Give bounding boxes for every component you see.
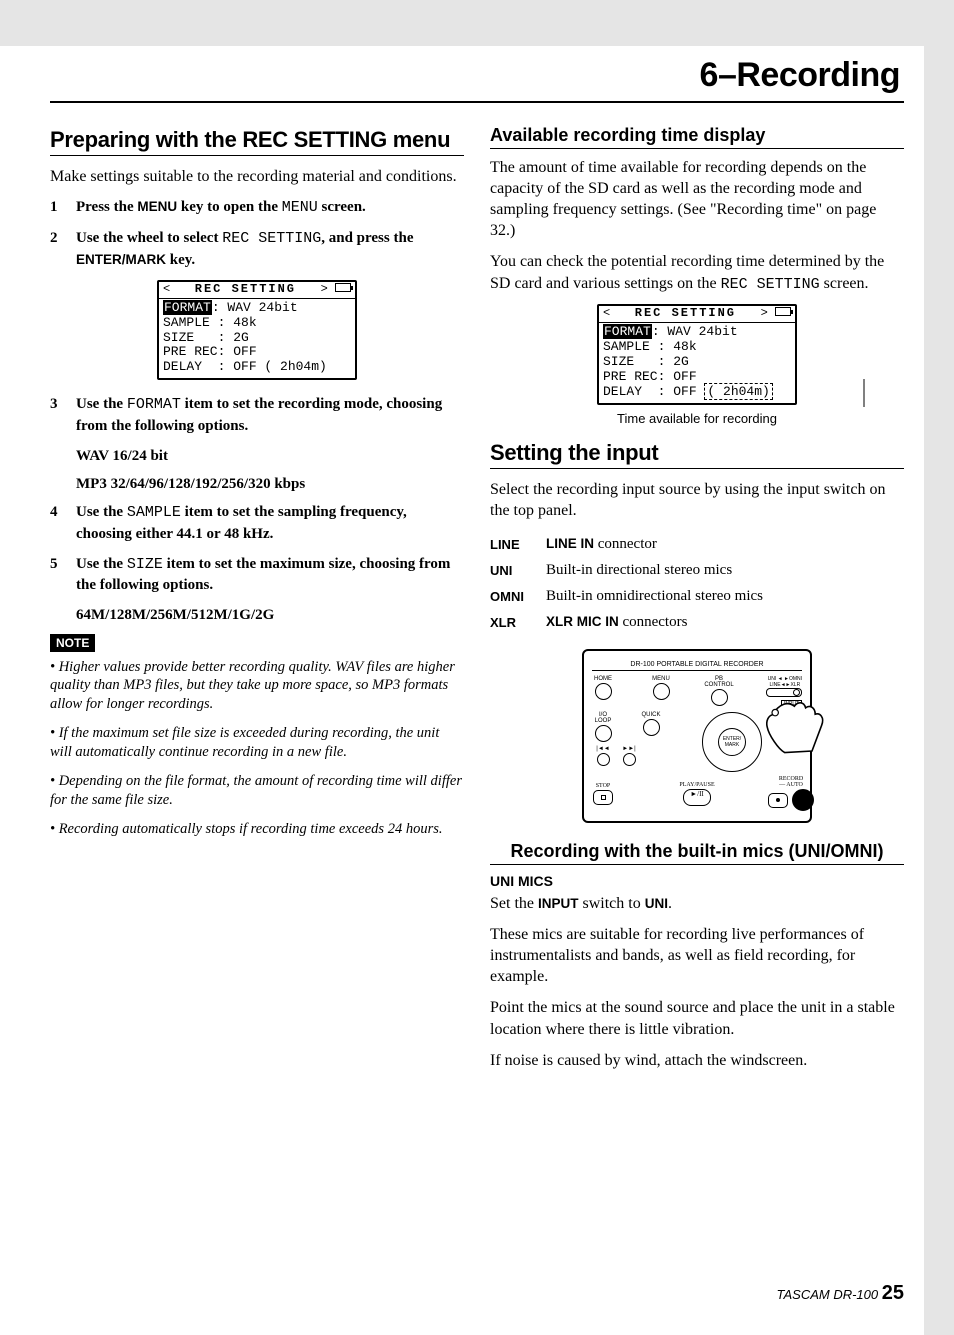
steps-list: Press the MENU key to open the MENU scre… bbox=[50, 197, 464, 270]
page-footer: TASCAM DR-100 25 bbox=[777, 1282, 905, 1305]
section-rule-2 bbox=[490, 468, 904, 469]
note-4: • Recording automatically stops if recor… bbox=[50, 820, 464, 839]
section-rule bbox=[50, 155, 464, 156]
note-tag: NOTE bbox=[50, 634, 95, 652]
screen-caption: Time available for recording bbox=[490, 411, 904, 426]
chapter-title: 6–Recording bbox=[50, 56, 904, 95]
device-illustration: DR-100 PORTABLE DIGITAL RECORDER HOME ME… bbox=[582, 649, 812, 823]
subsection-available: Available recording time display bbox=[490, 125, 904, 146]
lcd-screen-1: <REC SETTING> FORMAT: WAV 24bit SAMPLE :… bbox=[157, 280, 357, 380]
option-wav: WAV 16/24 bit bbox=[76, 446, 464, 466]
option-mp3: MP3 32/64/96/128/192/256/320 kbps bbox=[76, 474, 464, 494]
uni-p4: If noise is caused by wind, attach the w… bbox=[490, 1050, 904, 1071]
note-2: • If the maximum set file size is exceed… bbox=[50, 724, 464, 762]
lcd-screen-2: <REC SETTING> FORMAT: WAV 24bit SAMPLE :… bbox=[597, 304, 797, 404]
step-3: Use the FORMAT item to set the recording… bbox=[50, 394, 464, 436]
section-setting-input: Setting the input bbox=[490, 440, 904, 466]
step-4: Use the SAMPLE item to set the sampling … bbox=[50, 502, 464, 544]
sub-rule bbox=[490, 148, 904, 149]
uni-p2: These mics are suitable for recording li… bbox=[490, 924, 904, 987]
step-5: Use the SIZE item to set the maximum siz… bbox=[50, 554, 464, 596]
step-1: Press the MENU key to open the MENU scre… bbox=[50, 197, 464, 218]
note-3: • Depending on the file format, the amou… bbox=[50, 772, 464, 810]
input-p: Select the recording input source by usi… bbox=[490, 479, 904, 521]
avail-p2: You can check the potential recording ti… bbox=[490, 251, 904, 294]
avail-p1: The amount of time available for recordi… bbox=[490, 157, 904, 241]
step-2: Use the wheel to select REC SETTING, and… bbox=[50, 228, 464, 270]
uni-p3: Point the mics at the sound source and p… bbox=[490, 997, 904, 1039]
note-1: • Higher values provide better recording… bbox=[50, 658, 464, 715]
left-column: Preparing with the REC SETTING menu Make… bbox=[50, 115, 464, 1081]
input-table: LINELINE IN connector UNIBuilt-in direct… bbox=[490, 531, 773, 635]
section-preparing: Preparing with the REC SETTING menu bbox=[50, 127, 464, 153]
intro-text: Make settings suitable to the recording … bbox=[50, 166, 464, 187]
subsection-recording-mics: Recording with the built-in mics (UNI/OM… bbox=[490, 841, 904, 862]
option-sizes: 64M/128M/256M/512M/1G/2G bbox=[76, 605, 464, 625]
uni-mics-heading: UNI MICS bbox=[490, 873, 904, 889]
hand-icon bbox=[756, 679, 836, 759]
right-column: Available recording time display The amo… bbox=[490, 115, 904, 1081]
chapter-rule bbox=[50, 101, 904, 103]
uni-p1: Set the INPUT switch to UNI. bbox=[490, 893, 904, 914]
